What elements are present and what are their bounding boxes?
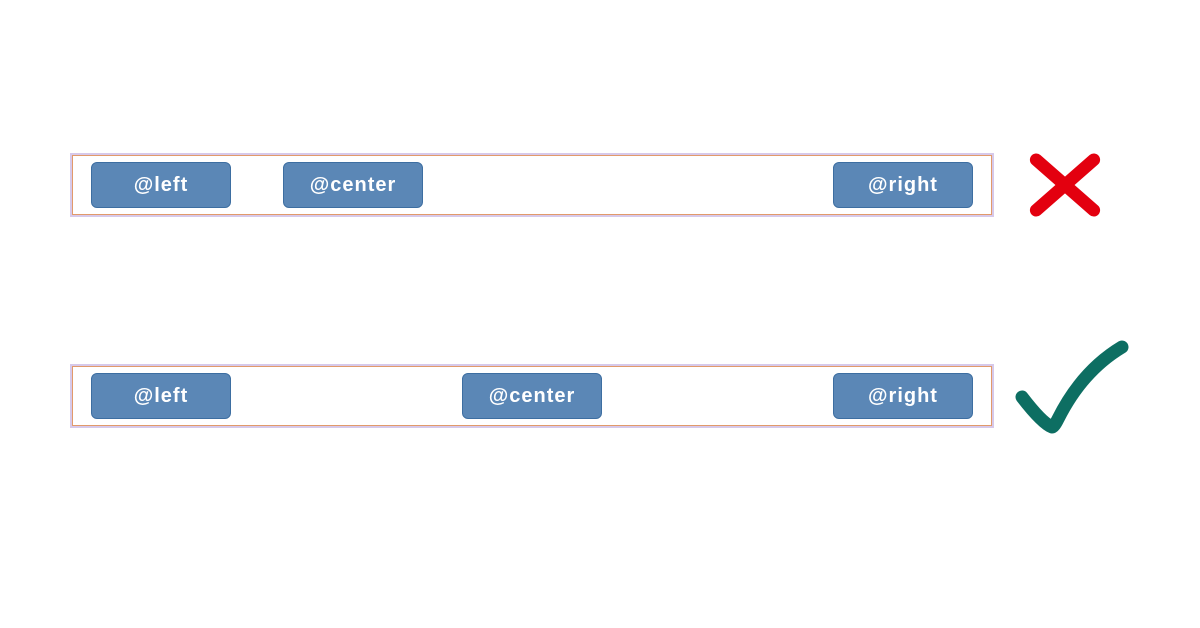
left-button[interactable]: @left [91,162,231,208]
right-button[interactable]: @right [833,162,973,208]
layout-frame-correct: @left @center @right [72,366,992,426]
layout-frame-incorrect: @left @center @right [72,155,992,215]
example-correct: @left @center @right [72,366,992,426]
check-icon [1010,335,1130,445]
left-button[interactable]: @left [91,373,231,419]
center-button[interactable]: @center [462,373,602,419]
center-button[interactable]: @center [283,162,423,208]
example-incorrect: @left @center @right [72,155,992,215]
cross-icon [1020,140,1110,230]
right-button[interactable]: @right [833,373,973,419]
